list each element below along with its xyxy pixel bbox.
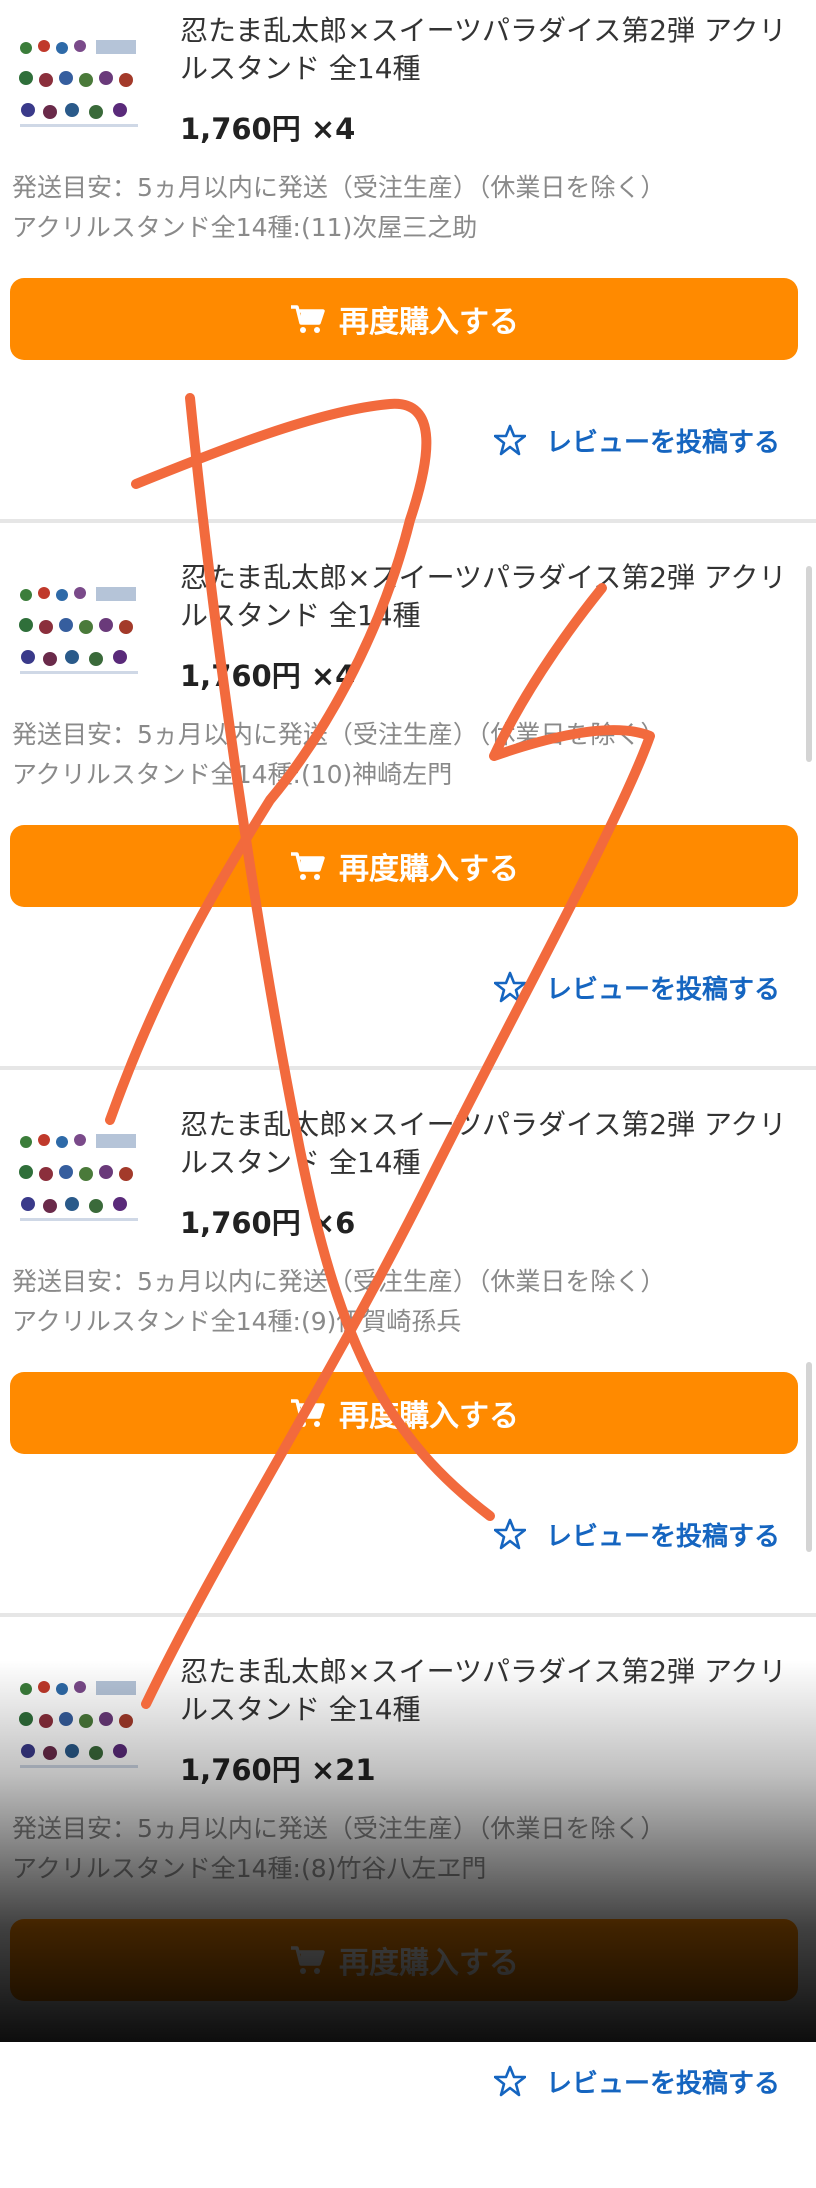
order-item: 忍たま乱太郎×スイーツパラダイス第2弾 アクリルスタンド 全14種 1,760円… <box>0 547 816 1094</box>
quantity: ×4 <box>310 659 356 693</box>
star-outline-icon <box>493 971 526 1003</box>
shipping-info: 発送目安：5ヵ月以内に発送（受注生産）（休業日を除く） アクリルスタンド全14種… <box>12 715 802 795</box>
rebuy-label: 再度購入する <box>339 1399 519 1434</box>
price-quantity: 1,760円 ×4 <box>180 106 355 148</box>
rebuy-label: 再度購入する <box>339 305 519 340</box>
product-thumbnail[interactable] <box>12 1673 146 1775</box>
rebuy-label: 再度購入する <box>339 1946 519 1981</box>
write-review-link[interactable]: レビューを投稿する <box>493 2061 780 2101</box>
product-title[interactable]: 忍たま乱太郎×スイーツパラダイス第2弾 アクリルスタンド 全14種 <box>180 1106 800 1182</box>
write-review-link[interactable]: レビューを投稿する <box>493 1514 780 1554</box>
price: 1,760円 <box>180 112 301 146</box>
quantity: ×6 <box>310 1206 356 1240</box>
shipping-estimate: 発送目安：5ヵ月以内に発送（受注生産）（休業日を除く） <box>12 1267 666 1296</box>
price-quantity: 1,760円 ×4 <box>180 653 355 695</box>
shipping-estimate: 発送目安：5ヵ月以内に発送（受注生産）（休業日を除く） <box>12 720 666 749</box>
rebuy-button[interactable]: 再度購入する <box>10 1372 798 1454</box>
section-divider <box>0 1066 816 1070</box>
product-thumbnail[interactable] <box>12 32 146 134</box>
cart-icon <box>291 1946 325 1974</box>
quantity: ×21 <box>310 1753 376 1787</box>
price-quantity: 1,760円 ×21 <box>180 1747 376 1789</box>
write-review-link[interactable]: レビューを投稿する <box>493 967 780 1007</box>
cart-icon <box>291 1399 325 1427</box>
write-review-link[interactable]: レビューを投稿する <box>493 420 780 460</box>
scrollbar-thumb[interactable] <box>806 566 812 762</box>
shipping-estimate: 発送目安：5ヵ月以内に発送（受注生産）（休業日を除く） <box>12 173 666 202</box>
order-item: 忍たま乱太郎×スイーツパラダイス第2弾 アクリルスタンド 全14種 1,760円… <box>0 1094 816 1641</box>
product-title[interactable]: 忍たま乱太郎×スイーツパラダイス第2弾 アクリルスタンド 全14種 <box>180 1653 800 1729</box>
scrollbar-thumb[interactable] <box>806 1362 812 1552</box>
variant-label: アクリルスタンド全14種:(8)竹谷八左ヱ門 <box>12 1854 487 1883</box>
star-outline-icon <box>493 424 526 456</box>
product-title[interactable]: 忍たま乱太郎×スイーツパラダイス第2弾 アクリルスタンド 全14種 <box>180 12 800 88</box>
shipping-info: 発送目安：5ヵ月以内に発送（受注生産）（休業日を除く） アクリルスタンド全14種… <box>12 1809 802 1889</box>
star-outline-icon <box>493 2065 526 2097</box>
review-label: レビューを投稿する <box>545 427 780 458</box>
product-thumbnail[interactable] <box>12 1126 146 1228</box>
product-title[interactable]: 忍たま乱太郎×スイーツパラダイス第2弾 アクリルスタンド 全14種 <box>180 559 800 635</box>
shipping-estimate: 発送目安：5ヵ月以内に発送（受注生産）（休業日を除く） <box>12 1814 666 1843</box>
review-label: レビューを投稿する <box>545 2068 780 2099</box>
rebuy-button[interactable]: 再度購入する <box>10 1919 798 2001</box>
variant-label: アクリルスタンド全14種:(11)次屋三之助 <box>12 213 478 242</box>
rebuy-button[interactable]: 再度購入する <box>10 278 798 360</box>
review-label: レビューを投稿する <box>545 974 780 1005</box>
review-label: レビューを投稿する <box>545 1521 780 1552</box>
price: 1,760円 <box>180 1753 301 1787</box>
price: 1,760円 <box>180 659 301 693</box>
price-quantity: 1,760円 ×6 <box>180 1200 355 1242</box>
rebuy-button[interactable]: 再度購入する <box>10 825 798 907</box>
star-outline-icon <box>493 1518 526 1550</box>
variant-label: アクリルスタンド全14種:(9)伊賀崎孫兵 <box>12 1307 462 1336</box>
shipping-info: 発送目安：5ヵ月以内に発送（受注生産）（休業日を除く） アクリルスタンド全14種… <box>12 168 802 248</box>
price: 1,760円 <box>180 1206 301 1240</box>
cart-icon <box>291 305 325 333</box>
order-item: 忍たま乱太郎×スイーツパラダイス第2弾 アクリルスタンド 全14種 1,760円… <box>0 0 816 547</box>
rebuy-label: 再度購入する <box>339 852 519 887</box>
section-divider <box>0 1613 816 1617</box>
section-divider <box>0 519 816 523</box>
quantity: ×4 <box>310 112 356 146</box>
product-thumbnail[interactable] <box>12 579 146 681</box>
shipping-info: 発送目安：5ヵ月以内に発送（受注生産）（休業日を除く） アクリルスタンド全14種… <box>12 1262 802 1342</box>
cart-icon <box>291 852 325 880</box>
order-item: 忍たま乱太郎×スイーツパラダイス第2弾 アクリルスタンド 全14種 1,760円… <box>0 1641 816 2188</box>
variant-label: アクリルスタンド全14種:(10)神崎左門 <box>12 760 453 789</box>
